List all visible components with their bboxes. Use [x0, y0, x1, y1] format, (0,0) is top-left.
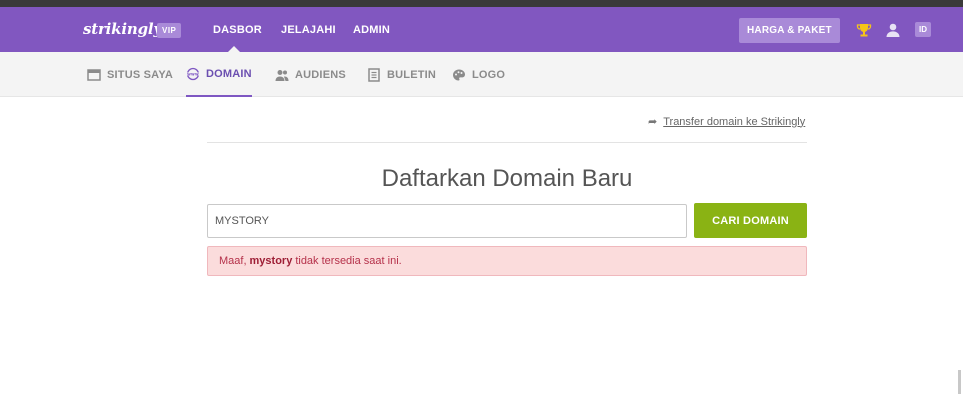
subnav-audience[interactable]: AUDIENS — [275, 52, 346, 97]
svg-text:www: www — [187, 71, 199, 76]
domain-unavailable-alert: Maaf, mystory tidak tersedia saat ini. — [207, 246, 807, 276]
palette-icon — [452, 68, 466, 82]
window-top-strip — [0, 0, 963, 7]
people-icon — [275, 68, 289, 82]
alert-suffix: tidak tersedia saat ini. — [295, 255, 402, 267]
browser-window-icon — [87, 68, 101, 82]
divider — [207, 142, 807, 143]
transfer-domain-link[interactable]: ➦ Transfer domain ke Strikingly — [648, 115, 806, 129]
nav-dashboard[interactable]: DASBOR — [213, 24, 262, 36]
subnav-logo[interactable]: LOGO — [452, 52, 505, 97]
domain-search-input[interactable] — [207, 204, 687, 238]
subnav-newsletter[interactable]: BULETIN — [367, 52, 436, 97]
scrollbar-thumb[interactable] — [958, 370, 961, 394]
subnav-newsletter-label: BULETIN — [387, 68, 437, 81]
top-navbar: strikingly VIP DASBOR JELAJAHI ADMIN HAR… — [0, 7, 963, 52]
document-icon — [367, 67, 381, 82]
subnav-logo-label: LOGO — [472, 68, 506, 81]
user-icon[interactable] — [885, 22, 901, 38]
trophy-icon[interactable] — [856, 22, 872, 38]
www-globe-icon: www — [186, 67, 200, 81]
language-selector[interactable]: ID — [915, 22, 931, 37]
alert-prefix: Maaf, — [219, 255, 247, 267]
sub-navbar: SITUS SAYA www DOMAIN AUDIENS BULETIN LO… — [0, 52, 963, 97]
alert-domain-name: mystory — [249, 255, 293, 267]
subnav-domain-label: DOMAIN — [206, 67, 252, 80]
strikingly-logo[interactable]: strikingly — [83, 20, 162, 38]
subnav-domain[interactable]: www DOMAIN — [186, 52, 252, 97]
nav-admin[interactable]: ADMIN — [353, 24, 390, 36]
vip-badge: VIP — [157, 23, 182, 38]
pricing-button[interactable]: HARGA & PAKET — [739, 18, 840, 43]
subnav-my-sites[interactable]: SITUS SAYA — [87, 52, 173, 97]
page-title: Daftarkan Domain Baru — [381, 165, 633, 192]
subnav-audience-label: AUDIENS — [295, 68, 346, 81]
share-arrow-icon: ➦ — [648, 116, 658, 128]
subnav-my-sites-label: SITUS SAYA — [107, 68, 173, 81]
search-domain-button[interactable]: CARI DOMAIN — [694, 203, 807, 238]
transfer-domain-label: Transfer domain ke Strikingly — [663, 115, 806, 128]
nav-explore[interactable]: JELAJAHI — [281, 24, 336, 36]
